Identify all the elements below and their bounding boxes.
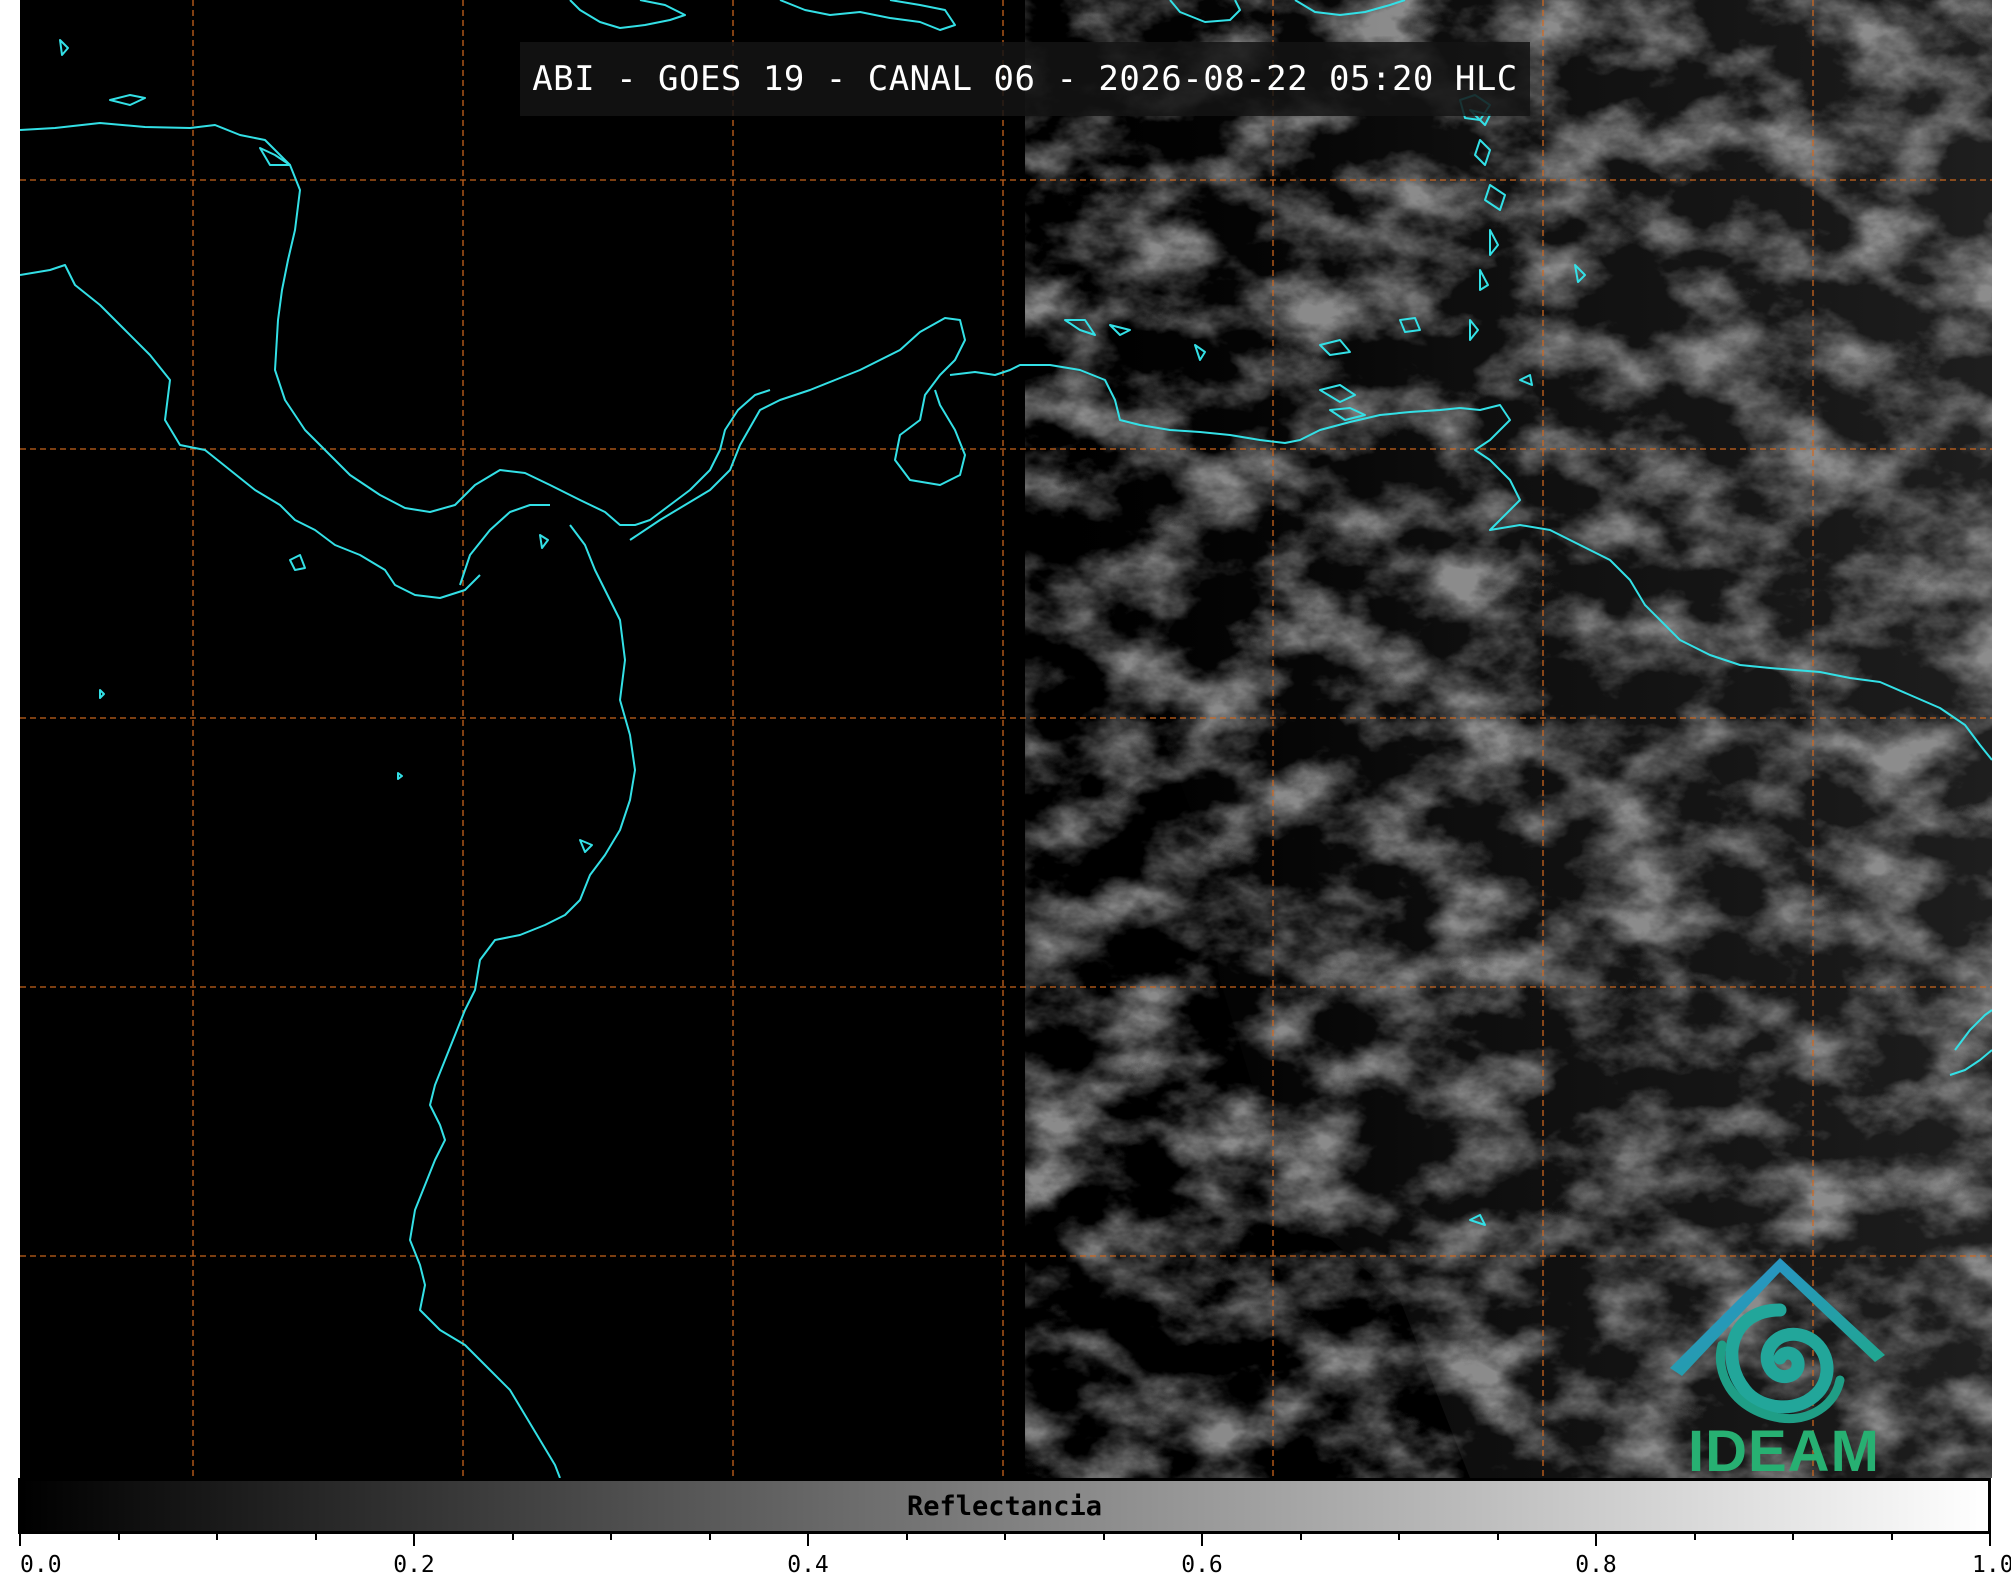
reflectance-colorbar: Reflectancia — [18, 1478, 1991, 1534]
tick-label-2: 0.4 — [787, 1552, 829, 1578]
tick-label-5: 1.0 — [1972, 1552, 2011, 1578]
ideam-logo-text: IDEAM — [1688, 1419, 1880, 1484]
colorbar-label: Reflectancia — [906, 1490, 1103, 1522]
tick-label-1: 0.2 — [393, 1552, 435, 1578]
tick-label-0: 0.0 — [20, 1552, 62, 1578]
map-title: ABI - GOES 19 - CANAL 06 - 2026-08-22 05… — [520, 42, 1530, 116]
tick-label-4: 0.8 — [1575, 1552, 1617, 1578]
tick-label-3: 0.6 — [1181, 1552, 1223, 1578]
